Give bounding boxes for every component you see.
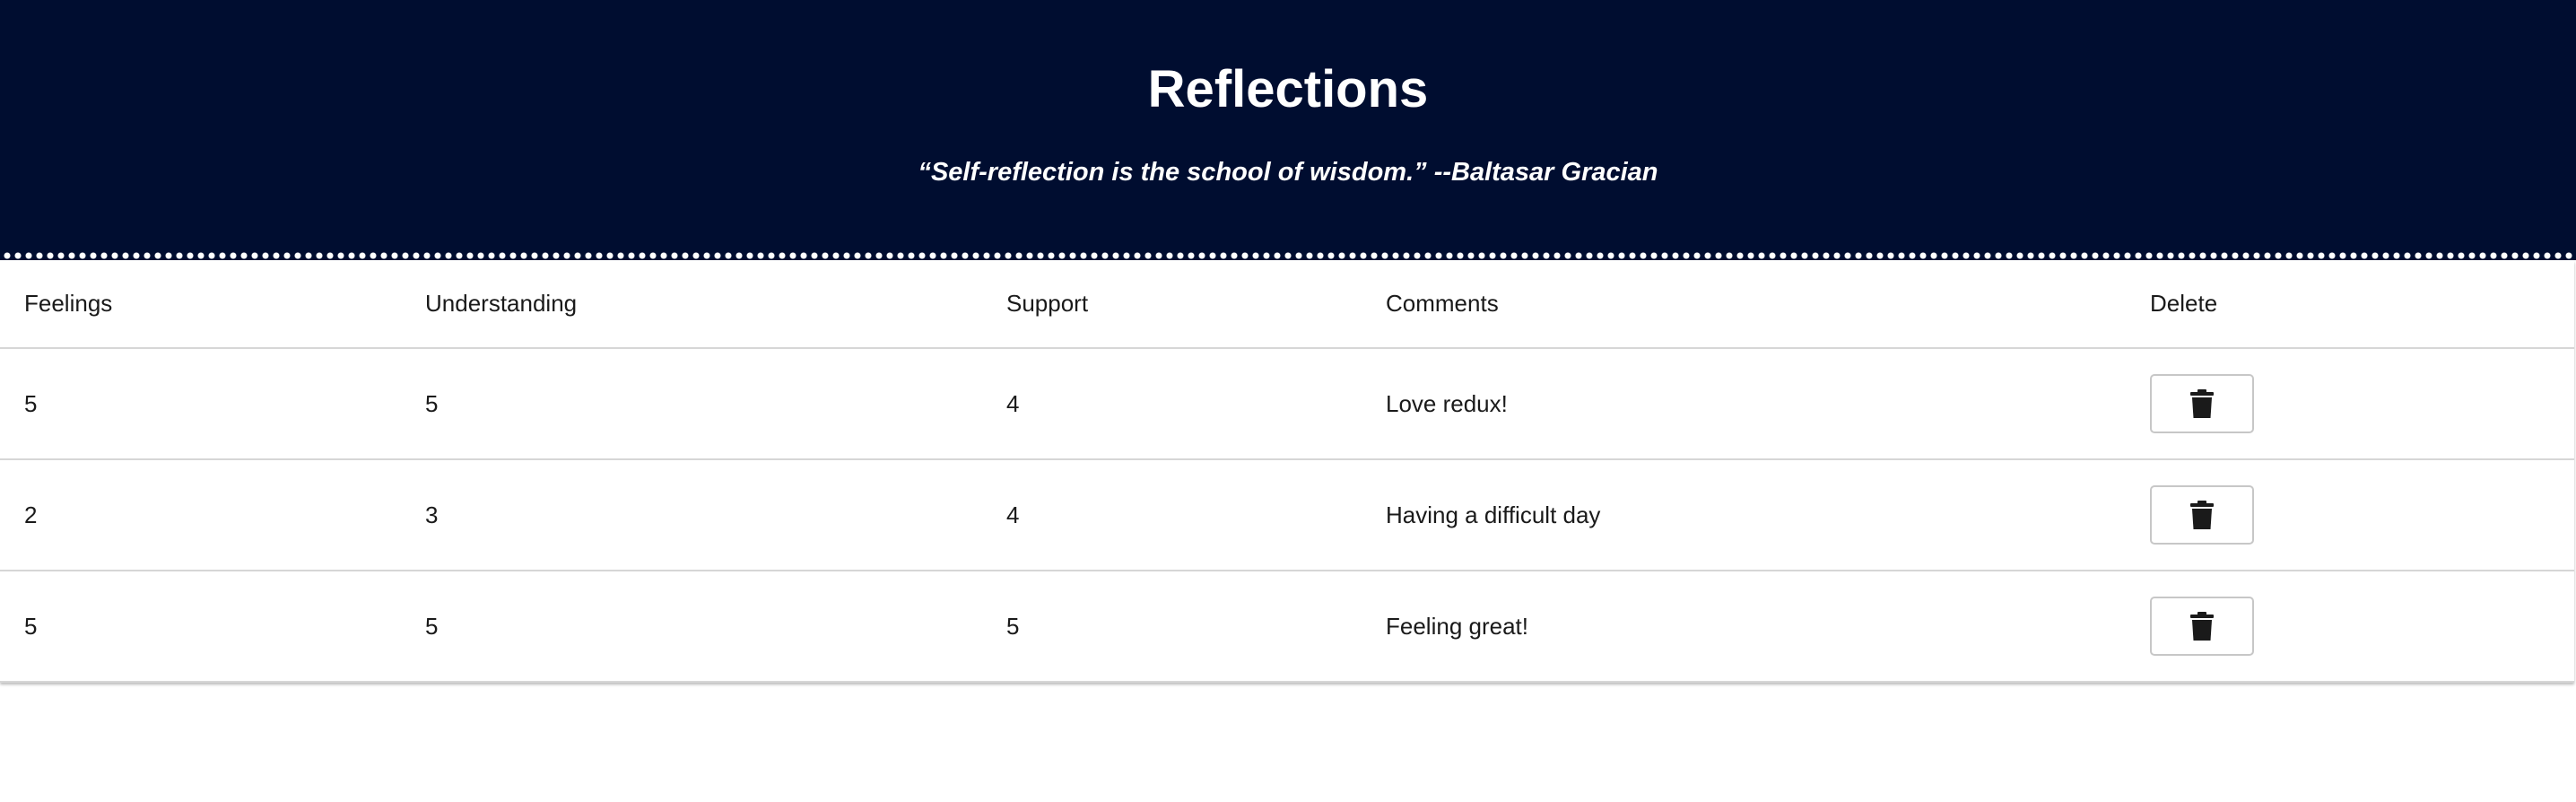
- table-row: 2 3 4 Having a difficult day: [0, 459, 2574, 571]
- column-header-feelings: Feelings: [0, 260, 401, 349]
- delete-button[interactable]: [2150, 374, 2254, 433]
- cell-comments: Feeling great!: [1362, 571, 2126, 683]
- cell-comments: Love redux!: [1362, 348, 2126, 460]
- table-row: 5 5 5 Feeling great!: [0, 571, 2574, 683]
- trash-icon: [2190, 501, 2214, 529]
- column-header-understanding: Understanding: [401, 260, 982, 349]
- cell-delete: [2126, 571, 2574, 683]
- cell-delete: [2126, 459, 2574, 571]
- delete-button[interactable]: [2150, 597, 2254, 656]
- page-header: Reflections “Self-reflection is the scho…: [0, 0, 2576, 255]
- table-row: 5 5 4 Love redux!: [0, 348, 2574, 460]
- cell-understanding: 5: [401, 571, 982, 683]
- cell-comments: Having a difficult day: [1362, 459, 2126, 571]
- cell-support: 5: [982, 571, 1362, 683]
- cell-feelings: 5: [0, 348, 401, 460]
- cell-support: 4: [982, 348, 1362, 460]
- reflections-table-container: Feelings Understanding Support Comments …: [0, 260, 2574, 683]
- column-header-support: Support: [982, 260, 1362, 349]
- trash-icon: [2190, 389, 2214, 418]
- header-quote: “Self-reflection is the school of wisdom…: [918, 158, 1658, 187]
- table-body: 5 5 4 Love redux! 2 3 4 Having a difficu…: [0, 348, 2574, 683]
- page-title: Reflections: [1147, 60, 1429, 118]
- table-header: Feelings Understanding Support Comments …: [0, 260, 2574, 349]
- column-header-delete: Delete: [2126, 260, 2574, 349]
- dotted-divider: [0, 251, 2576, 260]
- reflections-table: Feelings Understanding Support Comments …: [0, 260, 2574, 683]
- cell-understanding: 5: [401, 348, 982, 460]
- cell-feelings: 5: [0, 571, 401, 683]
- trash-icon: [2190, 612, 2214, 641]
- table-header-row: Feelings Understanding Support Comments …: [0, 260, 2574, 349]
- cell-support: 4: [982, 459, 1362, 571]
- column-header-comments: Comments: [1362, 260, 2126, 349]
- cell-delete: [2126, 348, 2574, 460]
- cell-feelings: 2: [0, 459, 401, 571]
- delete-button[interactable]: [2150, 485, 2254, 545]
- cell-understanding: 3: [401, 459, 982, 571]
